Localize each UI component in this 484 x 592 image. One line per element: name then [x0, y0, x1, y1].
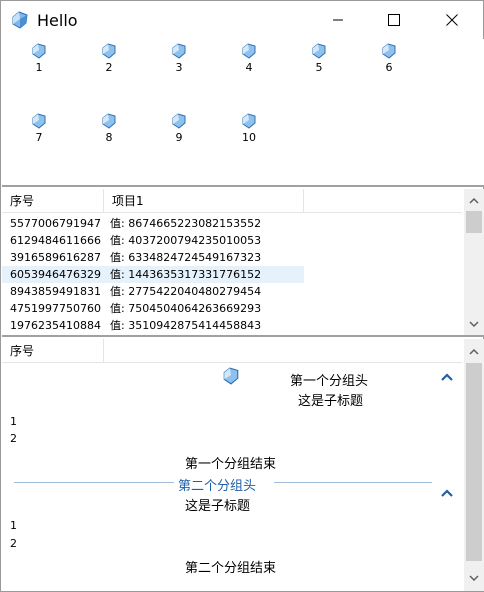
close-button[interactable]: [429, 1, 475, 39]
scroll-thumb[interactable]: [466, 363, 482, 561]
group1-collapse-button[interactable]: [440, 371, 454, 381]
icon-label: 10: [242, 131, 256, 144]
list-scrollbar[interactable]: [464, 189, 484, 335]
maximize-icon: [388, 14, 400, 26]
chevron-down-icon: [469, 320, 479, 327]
scroll-down-button[interactable]: [464, 315, 484, 332]
icon-label: 3: [175, 61, 183, 74]
gem-icon: [32, 43, 46, 59]
icon-label: 8: [105, 131, 113, 144]
icon-label: 7: [35, 131, 43, 144]
group1-footer: 第一个分组结束: [185, 457, 277, 472]
list-item[interactable]: 2: [10, 432, 17, 445]
grouped-header: 序号: [2, 339, 462, 363]
icon-item[interactable]: 5: [299, 43, 339, 74]
gem-icon: [242, 113, 256, 129]
table-row[interactable]: 6129484611666... 值: 4037200794235010053: [2, 232, 304, 249]
icon-label: 4: [245, 61, 253, 74]
icon-label: 2: [105, 61, 113, 74]
icon-item[interactable]: 10: [229, 113, 269, 144]
icon-item[interactable]: 8: [89, 113, 129, 144]
group-separator: [274, 482, 432, 483]
icon-label: 5: [315, 61, 323, 74]
group-gem-icon: [222, 367, 240, 388]
row-value: 值: 7504504064263669293: [110, 302, 262, 315]
group1-subtitle: 这是子标题: [298, 394, 364, 409]
close-icon: [446, 14, 458, 26]
table-row[interactable]: 4751997750760... 值: 7504504064263669293: [2, 300, 304, 317]
row-index: 6129484611666...: [10, 234, 102, 247]
group2-header: 第二个分组头: [178, 479, 257, 494]
row-index: 5577006791947...: [10, 217, 102, 230]
gem-icon: [242, 43, 256, 59]
chevron-down-icon: [469, 574, 479, 581]
main-window: Hello 1 2 3 4 5 6 7 8 9 10 序号 项目1 557700…: [0, 0, 484, 592]
chevron-up-icon: [469, 348, 479, 355]
group2-footer: 第二个分组结束: [185, 561, 277, 576]
row-value: 值: 1443635317331776152: [110, 268, 262, 281]
minimize-button[interactable]: [315, 1, 361, 39]
gem-icon: [102, 43, 116, 59]
window-title: Hello: [37, 11, 78, 30]
list-item[interactable]: 2: [10, 537, 17, 550]
icon-item[interactable]: 9: [159, 113, 199, 144]
group2-subtitle: 这是子标题: [185, 499, 251, 514]
grouped-list-view[interactable]: 序号 第一个分组头 这是子标题 1 2 第一个分组结束 第二个分组头 这是子标题…: [2, 339, 484, 591]
list-item[interactable]: 1: [10, 415, 17, 428]
row-index: 4751997750760...: [10, 302, 102, 315]
column-header-index[interactable]: 序号: [2, 189, 104, 213]
table-row[interactable]: 5577006791947... 值: 8674665223082153552: [2, 215, 304, 232]
minimize-icon: [333, 19, 343, 21]
icon-view[interactable]: 1 2 3 4 5 6 7 8 9 10: [2, 39, 484, 187]
group1-header: 第一个分组头: [290, 374, 369, 389]
grouped-scrollbar[interactable]: [464, 339, 484, 591]
row-value: 值: 2775422040480279454: [110, 285, 262, 298]
chevron-up-icon: [469, 197, 479, 204]
chevron-up-icon: [441, 373, 453, 381]
row-value: 值: 8674665223082153552: [110, 217, 262, 230]
row-index: 3916589616287...: [10, 251, 102, 264]
scroll-up-button[interactable]: [464, 343, 484, 360]
list-item[interactable]: 1: [10, 519, 17, 532]
gem-icon: [382, 43, 396, 59]
row-value: 值: 3510942875414458843: [110, 319, 262, 332]
chevron-up-icon: [441, 489, 453, 497]
icon-label: 1: [35, 61, 43, 74]
icon-item[interactable]: 7: [19, 113, 59, 144]
scroll-thumb[interactable]: [466, 211, 482, 233]
app-gem-icon: [11, 11, 29, 29]
row-index: 1976235410884...: [10, 319, 102, 332]
table-row[interactable]: 1976235410884... 值: 3510942875414458843: [2, 317, 304, 334]
list-header: 序号 项目1: [2, 189, 462, 213]
icon-item[interactable]: 1: [19, 43, 59, 74]
maximize-button[interactable]: [371, 1, 417, 39]
scroll-up-button[interactable]: [464, 192, 484, 209]
icon-label: 6: [385, 61, 393, 74]
gem-icon: [172, 43, 186, 59]
row-value: 值: 6334824724549167323: [110, 251, 262, 264]
row-index: 8943859491831...: [10, 285, 102, 298]
icon-item[interactable]: 4: [229, 43, 269, 74]
scroll-down-button[interactable]: [464, 569, 484, 586]
gem-icon: [312, 43, 326, 59]
gem-icon: [102, 113, 116, 129]
gem-icon: [172, 113, 186, 129]
group-separator: [14, 482, 174, 483]
gem-icon: [32, 113, 46, 129]
column-header-index[interactable]: 序号: [2, 339, 104, 363]
column-header-item1[interactable]: 项目1: [104, 189, 304, 213]
row-index: 6053946476329...: [10, 268, 102, 281]
report-list-view[interactable]: 序号 项目1 5577006791947... 值: 8674665223082…: [2, 189, 484, 337]
table-row[interactable]: 3916589616287... 值: 6334824724549167323: [2, 249, 304, 266]
title-bar[interactable]: Hello: [1, 1, 483, 39]
row-value: 值: 4037200794235010053: [110, 234, 262, 247]
table-row[interactable]: 8943859491831... 值: 2775422040480279454: [2, 283, 304, 300]
table-row-selected[interactable]: 6053946476329... 值: 1443635317331776152: [2, 266, 304, 283]
icon-item[interactable]: 2: [89, 43, 129, 74]
icon-label: 9: [175, 131, 183, 144]
group2-collapse-button[interactable]: [440, 487, 454, 497]
icon-item[interactable]: 6: [369, 43, 409, 74]
icon-item[interactable]: 3: [159, 43, 199, 74]
